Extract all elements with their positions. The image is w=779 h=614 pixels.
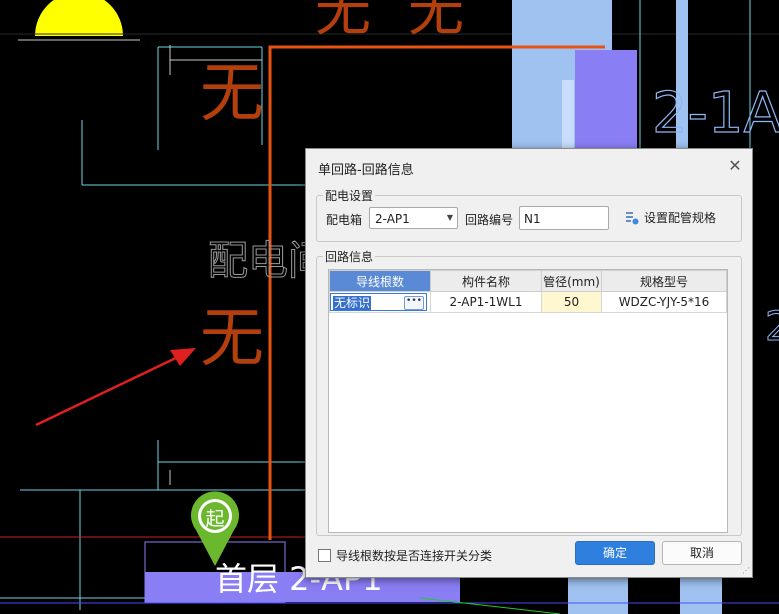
classify-by-switch-label: 导线根数按是否连接开关分类 — [336, 549, 493, 563]
red-arrow-icon — [35, 348, 196, 427]
cad-text-wu-2: 无 — [408, 0, 464, 44]
conduit-settings-icon — [626, 211, 639, 224]
cad-text-wu-1: 无 — [315, 0, 371, 44]
spec-cell[interactable]: WDZC-YJY-5*16 — [601, 291, 727, 313]
diameter-cell[interactable]: 50 — [541, 291, 602, 313]
cad-right-label-1: 2-1AL1 — [652, 81, 779, 146]
start-marker-icon: 起 — [191, 491, 239, 566]
ellipsis-icon[interactable]: ••• — [404, 296, 424, 310]
wire-count-editor[interactable]: 无标识 ••• — [330, 293, 427, 311]
cad-text-wu-3: 无 — [200, 57, 264, 131]
circuit-info-dialog: 单回路-回路信息 ✕ 配电设置 配电箱 2-AP1 ▼ 回路编号 N1 设置配管… — [305, 148, 753, 578]
resize-grip-icon[interactable]: ⋰ — [742, 566, 750, 575]
column-header-diameter[interactable]: 管径(mm) — [541, 270, 602, 292]
distribution-box-select[interactable]: 2-AP1 ▼ — [369, 207, 458, 229]
distribution-box-value: 2-AP1 — [375, 212, 410, 226]
dialog-title: 单回路-回路信息 — [318, 163, 414, 178]
set-conduit-spec-label: 设置配管规格 — [644, 211, 717, 225]
set-conduit-spec-button[interactable]: 设置配管规格 — [624, 209, 716, 226]
wire-count-value: 无标识 — [333, 296, 372, 310]
lavender-block — [575, 50, 637, 148]
circuit-number-input[interactable]: N1 — [519, 206, 609, 230]
table-row[interactable]: 无标识 ••• 2-AP1-1WL1 50 WDZC-YJY-5*16 — [329, 291, 727, 313]
component-cell[interactable]: 2-AP1-1WL1 — [430, 291, 542, 313]
yellow-symbol — [35, 0, 123, 36]
cad-right-label-2: 2 — [765, 304, 779, 350]
start-marker-label: 起 — [205, 508, 224, 530]
classify-by-switch-checkbox[interactable]: 导线根数按是否连接开关分类 — [318, 547, 492, 564]
circuit-number-label: 回路编号 — [465, 213, 514, 227]
cad-text-wu-4: 无 — [200, 302, 264, 376]
checkbox-box[interactable] — [318, 549, 331, 562]
close-icon[interactable]: ✕ — [726, 157, 744, 175]
wire-count-cell[interactable]: 无标识 ••• — [329, 291, 431, 313]
circuit-info-legend: 回路信息 — [323, 248, 376, 265]
table-header-row: 导线根数 构件名称 管径(mm) 规格型号 — [329, 270, 727, 292]
cancel-button[interactable]: 取消 — [662, 541, 742, 565]
column-header-component[interactable]: 构件名称 — [430, 270, 542, 292]
distribution-box-label: 配电箱 — [326, 213, 363, 227]
distribution-settings-group: 配电设置 配电箱 2-AP1 ▼ 回路编号 N1 设置配管规格 — [316, 187, 742, 242]
column-header-wire-count[interactable]: 导线根数 — [329, 270, 431, 292]
ok-button[interactable]: 确定 — [575, 541, 655, 565]
column-header-spec[interactable]: 规格型号 — [601, 270, 727, 292]
distribution-settings-legend: 配电设置 — [323, 187, 376, 204]
circuit-table: 导线根数 构件名称 管径(mm) 规格型号 无标识 ••• 2-AP1-1WL1… — [328, 269, 728, 533]
chevron-down-icon: ▼ — [446, 213, 453, 222]
